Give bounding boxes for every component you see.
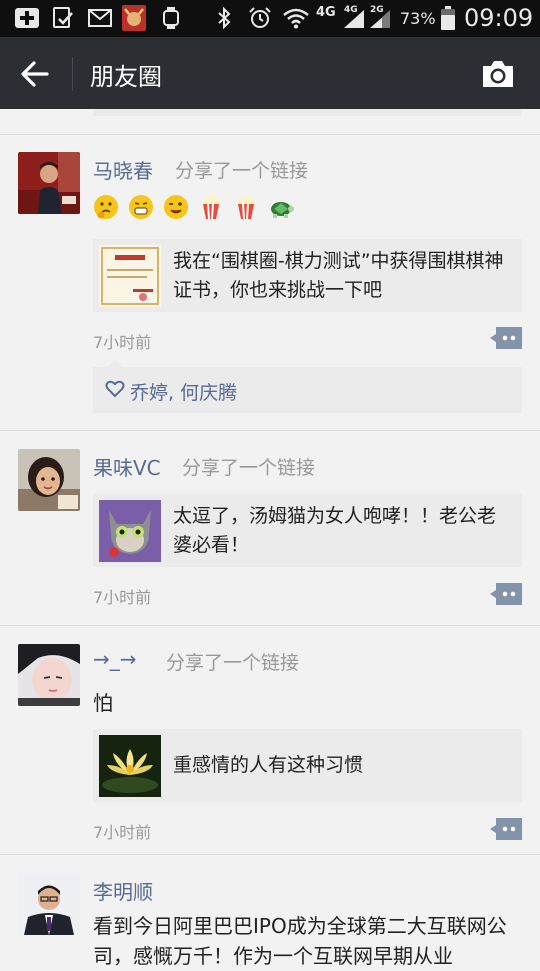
post-time: 7小时前 [93,333,152,352]
mail-icon [88,9,112,27]
link-title: 太逗了，汤姆猫为女人咆哮！！老公老婆必看！ [173,505,497,556]
alarm-icon [249,7,271,28]
emoji-row [93,194,298,224]
post-action-text: 分享了一个链接 [166,652,300,674]
nav-divider [72,57,73,91]
likes-names[interactable]: 乔婷, 何庆腾 [130,378,237,405]
page-title: 朋友圈 [90,63,162,91]
avatar[interactable] [18,873,80,935]
post-divider [0,854,540,855]
post-action-text: 分享了一个链接 [182,457,316,479]
battery-percent: 73% [400,9,436,28]
shared-link-card[interactable]: 我在“围棋圈-棋力测试”中获得围棋棋神证书，你也来挑战一下吧 [93,239,522,312]
wifi-icon [283,8,309,29]
add-notification-icon [15,8,39,28]
post-time: 7小时前 [93,588,152,607]
post-divider [0,134,540,135]
back-arrow-icon[interactable] [20,59,50,89]
previous-post-likes-stub [93,109,522,116]
avatar[interactable] [18,644,80,706]
link-thumbnail [99,735,161,797]
popcorn-emoji-icon [203,195,221,220]
post-divider [0,625,540,626]
author-name[interactable]: 马晓春 [93,155,153,184]
popcorn-emoji-icon [238,195,256,220]
app-notification-icon [122,5,146,31]
link-title: 我在“围棋圈-棋力测试”中获得围棋棋神证书，你也来挑战一下吧 [173,250,504,301]
author-name[interactable]: →_→ [93,647,137,671]
camera-icon[interactable] [480,59,516,89]
signal-2-icon [370,10,390,28]
bluetooth-icon [218,7,231,29]
post-divider [0,430,540,431]
nav-bar: 朋友圈 [0,37,540,109]
comment-more-icon[interactable] [490,327,522,349]
signal-icon [344,10,364,28]
author-name[interactable]: 果味VC [93,452,161,481]
status-time: 09:09 [464,4,534,32]
likes-box-arrow [107,359,123,367]
link-thumbnail [99,245,161,307]
status-bar: 4G 4G 2G 73% 09:09 [0,0,540,37]
post-action-text: 分享了一个链接 [175,160,309,182]
watch-icon [163,7,179,29]
grin-emoji-icon [129,195,154,219]
author-name[interactable]: 李明顺 [93,876,153,905]
link-title: 重感情的人有这种习惯 [173,754,364,776]
thinking-emoji-icon [94,195,118,219]
link-thumbnail [99,500,161,562]
battery-icon [441,6,455,30]
wink-emoji-icon [164,195,189,219]
screenshot-notification-icon [53,7,73,28]
network-4g-label: 4G [316,5,336,20]
shared-link-card[interactable]: 重感情的人有这种习惯 [93,729,522,802]
post-text: 怕 [93,691,113,715]
heart-icon [105,380,125,398]
avatar[interactable] [18,449,80,511]
comment-more-icon[interactable] [490,583,522,605]
post-text: 看到今日阿里巴巴IPO成为全球第二大互联网公司，感慨万千！作为一个互联网早期从业 [93,914,507,968]
avatar[interactable] [18,152,80,214]
turtle-emoji-icon [271,202,295,218]
post-time: 7小时前 [93,823,152,842]
likes-box: 乔婷, 何庆腾 [93,359,522,413]
comment-more-icon[interactable] [490,818,522,840]
shared-link-card[interactable]: 太逗了，汤姆猫为女人咆哮！！老公老婆必看！ [93,494,522,567]
